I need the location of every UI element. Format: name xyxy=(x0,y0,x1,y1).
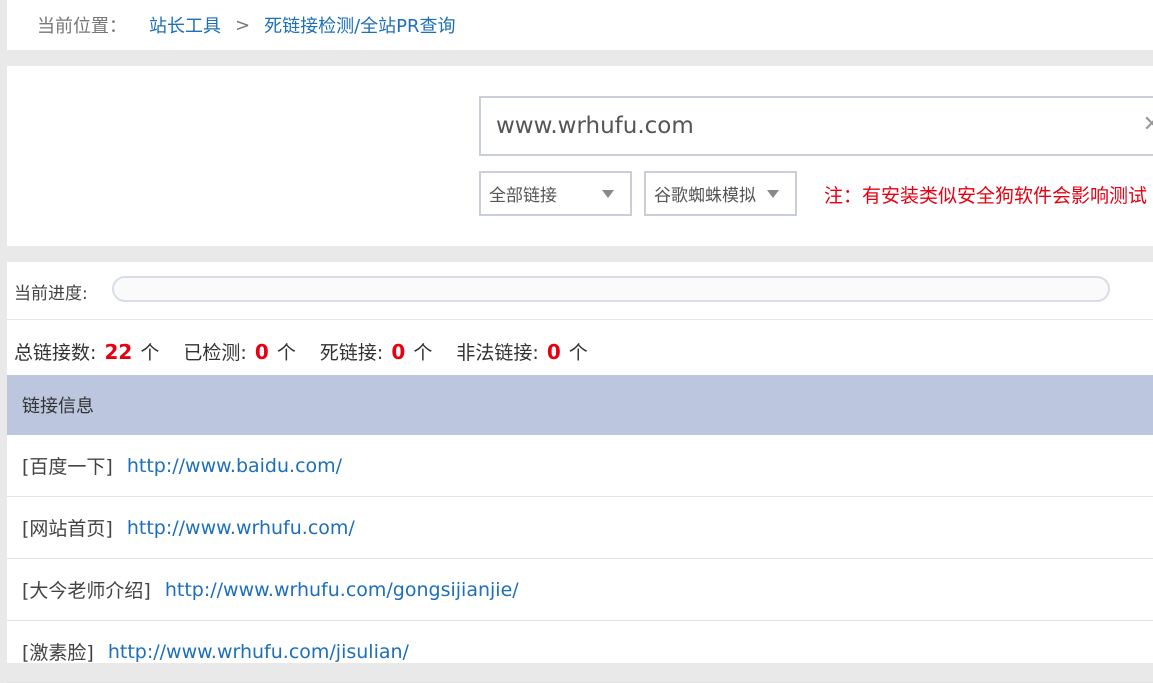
stat-total-value: 22 xyxy=(104,340,132,364)
row-link[interactable]: http://www.wrhufu.com/gongsijianjie/ xyxy=(165,579,519,601)
stat-dead: 死链接: 0 个 xyxy=(320,342,438,364)
stat-dead-label: 死链接: xyxy=(320,342,383,364)
table-row: [大今老师介绍] http://www.wrhufu.com/gongsijia… xyxy=(7,559,1153,621)
link-type-select[interactable]: 全部链接 xyxy=(479,171,632,216)
row-link[interactable]: http://www.wrhufu.com/ xyxy=(127,517,355,539)
breadcrumb-link-deadlink[interactable]: 死链接检测/全站PR查询 xyxy=(264,12,455,38)
row-link[interactable]: http://www.wrhufu.com/jisulian/ xyxy=(108,641,409,663)
breadcrumb: 当前位置： 站长工具 > 死链接检测/全站PR查询 xyxy=(7,0,1153,50)
query-panel: ✕ 全部链接 谷歌蜘蛛模拟 注：有安装类似安全狗软件会影响测试 xyxy=(7,66,1153,246)
spider-value: 谷歌蜘蛛模拟 xyxy=(654,181,756,206)
stat-illegal-label: 非法链接: xyxy=(456,342,538,364)
stat-unit: 个 xyxy=(140,342,159,364)
progress-bar xyxy=(112,276,1110,302)
table-row: [激素脸] http://www.wrhufu.com/jisulian/ xyxy=(7,621,1153,683)
row-link[interactable]: http://www.baidu.com/ xyxy=(127,455,342,477)
stat-unit: 个 xyxy=(569,342,588,364)
url-input[interactable] xyxy=(481,98,1153,154)
stat-checked-label: 已检测: xyxy=(183,342,246,364)
table-row: [网站首页] http://www.wrhufu.com/ xyxy=(7,497,1153,559)
stat-total: 总链接数: 22 个 xyxy=(14,342,165,364)
stat-dead-value: 0 xyxy=(391,340,405,364)
table-row: [百度一下] http://www.baidu.com/ xyxy=(7,435,1153,497)
row-title: [大今老师介绍] xyxy=(22,576,151,603)
breadcrumb-label: 当前位置： xyxy=(37,12,127,38)
progress-label: 当前进度: xyxy=(14,279,88,304)
stat-total-label: 总链接数: xyxy=(14,342,96,364)
row-title: [激素脸] xyxy=(22,638,94,665)
result-panel: 当前进度: 总链接数: 22 个 已检测: 0 个 死链接: 0 个 非法链接:… xyxy=(7,262,1153,663)
close-icon[interactable]: ✕ xyxy=(1143,112,1153,137)
breadcrumb-separator: > xyxy=(235,15,250,36)
link-list: [百度一下] http://www.baidu.com/ [网站首页] http… xyxy=(7,435,1153,683)
link-type-value: 全部链接 xyxy=(489,181,557,206)
warning-note: 注：有安装类似安全狗软件会影响测试 xyxy=(824,181,1147,208)
row-title: [网站首页] xyxy=(22,514,113,541)
stat-unit: 个 xyxy=(413,342,432,364)
row-title: [百度一下] xyxy=(22,452,113,479)
breadcrumb-link-tools[interactable]: 站长工具 xyxy=(149,12,221,38)
chevron-down-icon xyxy=(767,190,779,198)
stat-illegal: 非法链接: 0 个 xyxy=(456,342,587,364)
stat-unit: 个 xyxy=(277,342,296,364)
progress-row: 当前进度: xyxy=(7,262,1153,320)
table-header: 链接信息 xyxy=(7,375,1153,435)
stats-line: 总链接数: 22 个 已检测: 0 个 死链接: 0 个 非法链接: 0 个 xyxy=(14,338,606,365)
stat-illegal-value: 0 xyxy=(547,340,561,364)
url-input-box: ✕ xyxy=(479,96,1153,156)
stat-checked-value: 0 xyxy=(255,340,269,364)
chevron-down-icon xyxy=(602,190,614,198)
stat-checked: 已检测: 0 个 xyxy=(183,342,301,364)
spider-select[interactable]: 谷歌蜘蛛模拟 xyxy=(644,171,797,216)
